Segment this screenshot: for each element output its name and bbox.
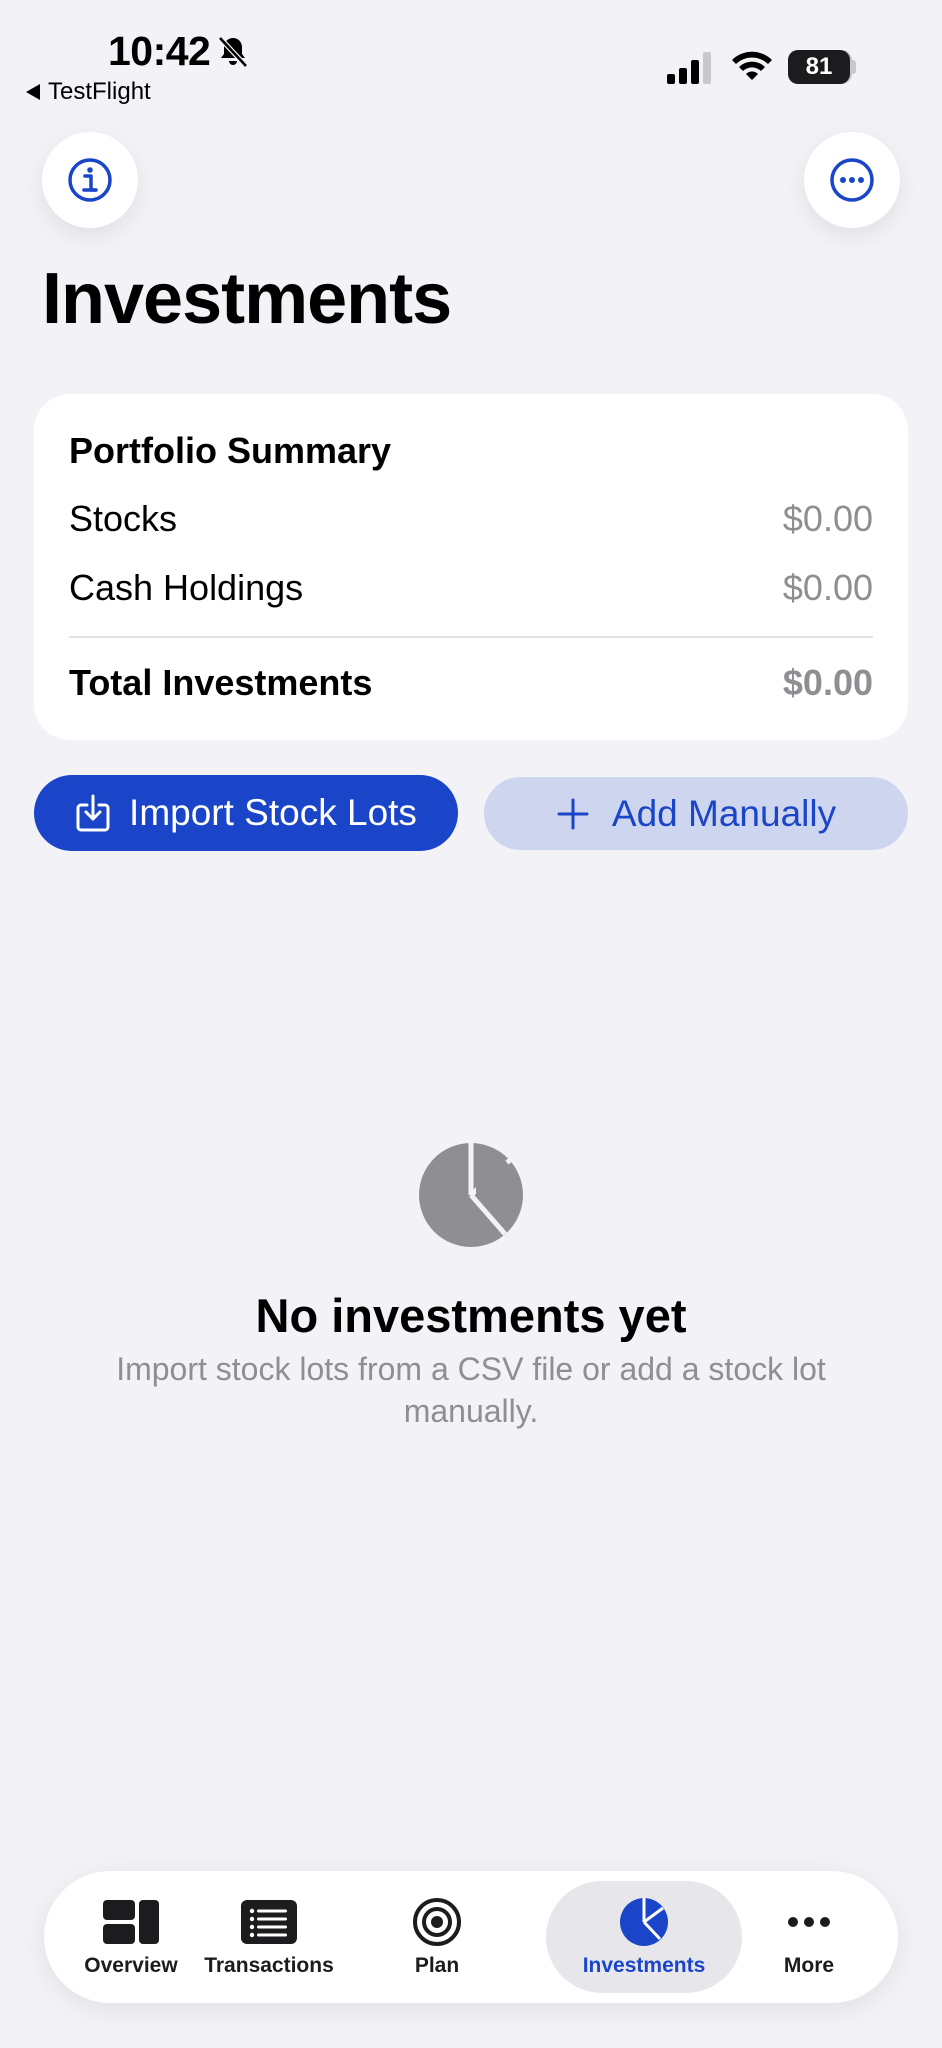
- pie-chart-icon: [419, 1143, 523, 1247]
- portfolio-summary-card: Portfolio Summary Stocks $0.00 Cash Hold…: [34, 394, 908, 740]
- tab-more[interactable]: More: [724, 1881, 894, 1993]
- summary-row-cash-holdings: Cash Holdings $0.00: [69, 567, 873, 609]
- add-manually-button[interactable]: Add Manually: [484, 777, 908, 850]
- list-icon: [241, 1900, 297, 1944]
- plus-icon: [557, 798, 589, 829]
- empty-state-subtitle: Import stock lots from a CSV file or add…: [116, 1351, 826, 1429]
- wifi-icon: [732, 51, 772, 80]
- battery-icon: 81: [788, 50, 850, 84]
- target-icon: [413, 1898, 461, 1946]
- summary-row-total: Total Investments $0.00: [69, 662, 873, 704]
- card-title: Portfolio Summary: [69, 430, 392, 471]
- tray-download-icon: [76, 794, 110, 832]
- tab-label: Investments: [582, 1954, 706, 1977]
- status-bar: 10:42 TestFlight 81: [0, 0, 942, 120]
- row-label: Stocks: [69, 498, 178, 539]
- ellipsis-circle-icon: [830, 158, 874, 202]
- tab-label: Overview: [84, 1954, 178, 1977]
- battery-cap: [852, 60, 856, 74]
- more-options-button[interactable]: [804, 132, 900, 228]
- tab-transactions[interactable]: Transactions: [184, 1881, 354, 1993]
- row-value: $0.00: [782, 498, 873, 539]
- tab-bar: Overview Transactions Plan Investments M…: [44, 1871, 898, 2003]
- bell-slash-icon: [218, 36, 248, 68]
- back-arrow-icon: [26, 84, 40, 100]
- add-button-label: Add Manually: [611, 792, 837, 834]
- info-icon: [68, 158, 112, 202]
- cellular-signal-icon: [667, 52, 711, 84]
- divider: [69, 636, 873, 638]
- total-label: Total Investments: [69, 662, 373, 703]
- status-time: 10:42: [108, 28, 211, 74]
- back-to-app-link[interactable]: TestFlight: [26, 78, 151, 106]
- total-value: $0.00: [782, 662, 873, 703]
- empty-state-title: No investments yet: [255, 1289, 687, 1342]
- summary-row-stocks: Stocks $0.00: [69, 498, 873, 540]
- tab-plan[interactable]: Plan: [352, 1881, 522, 1993]
- row-label: Cash Holdings: [69, 567, 304, 608]
- pie-chart-icon: [620, 1898, 668, 1946]
- tab-label: More: [783, 1954, 835, 1977]
- tab-label: Plan: [414, 1954, 460, 1977]
- page-title: Investments: [42, 259, 452, 339]
- ellipsis-icon: [788, 1917, 830, 1927]
- row-value: $0.00: [782, 567, 873, 608]
- import-button-label: Import Stock Lots: [129, 792, 417, 833]
- tab-label: Transactions: [204, 1954, 334, 1977]
- import-stock-lots-button[interactable]: Import Stock Lots: [34, 775, 458, 851]
- info-button[interactable]: [42, 132, 138, 228]
- dashboard-icon: [103, 1900, 159, 1944]
- tab-investments[interactable]: Investments: [546, 1881, 742, 1993]
- back-app-label: TestFlight: [48, 78, 151, 105]
